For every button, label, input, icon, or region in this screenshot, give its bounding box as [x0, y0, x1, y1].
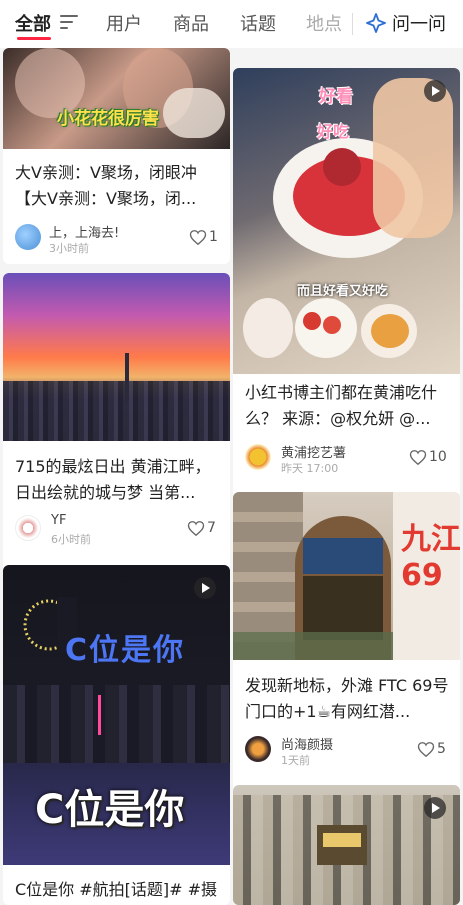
top-tab-bar: 全部 用户 商品 话题 地点 问一问 [0, 0, 463, 48]
avatar[interactable] [15, 224, 41, 250]
note-card[interactable]: 好看 好吃 而且好看又好吃 小红书博主们都在黄浦吃什么？ 来源：@权允妍 @..… [233, 68, 460, 508]
note-cover-image [3, 273, 230, 441]
note-title: 大V亲测：V聚场，闭眼冲【大V亲测：V聚场，闭... [15, 163, 197, 208]
note-cover-image: 九江 69 [233, 492, 460, 660]
heart-icon[interactable] [409, 449, 427, 466]
avatar[interactable] [15, 515, 41, 541]
note-cover-image: 好看 好吃 而且好看又好吃 [233, 68, 460, 374]
cover-overlay-text: 好吃 [317, 122, 350, 141]
cover-overlay-text: C位是你 [35, 787, 185, 833]
like-count: 10 [429, 449, 447, 465]
like-count: 5 [437, 741, 446, 757]
cover-overlay-text: 小花花很厉害 [57, 109, 159, 129]
active-tab-indicator [17, 37, 51, 40]
cover-overlay-text: 而且好看又好吃 [297, 284, 389, 299]
tab-users[interactable]: 用户 [106, 10, 142, 36]
note-title: C位是你 #航拍[话题]# #摄 [15, 880, 218, 899]
avatar[interactable] [245, 736, 271, 762]
post-time: 昨天 17:00 [281, 462, 339, 475]
author-name[interactable]: 黄浦挖艺薯 [281, 442, 346, 461]
like-count: 7 [207, 520, 216, 536]
note-title: 715的最炫日出 黄浦江畔，日出绘就的城与梦 当第... [15, 457, 211, 502]
tab-ask[interactable]: 问一问 [392, 10, 446, 36]
heart-icon[interactable] [187, 520, 205, 537]
note-card[interactable]: 小花花很厉害 大V亲测：V聚场，闭眼冲【大V亲测：V聚场，闭... 上，上海去!… [3, 48, 230, 264]
post-time: 3小时前 [49, 242, 89, 255]
play-icon [424, 80, 446, 102]
divider [352, 13, 353, 35]
tab-topics[interactable]: 话题 [240, 10, 276, 36]
filter-icon[interactable] [60, 15, 78, 31]
note-cover-image: C位是你 C位是你 [3, 565, 230, 865]
heart-icon[interactable] [189, 229, 207, 246]
note-title: 发现新地标，外滩 FTC 69号门口的+1☕有网红潜... [245, 676, 449, 721]
cover-overlay-text: 好看 [319, 87, 353, 107]
play-icon [424, 797, 446, 819]
note-card[interactable]: C位是你 C位是你 C位是你 #航拍[话题]# #摄 [3, 565, 230, 905]
drone-light-text: C位是你 [65, 633, 186, 668]
sparkle-icon[interactable] [366, 13, 386, 33]
cover-overlay-text: 九江 69 [401, 522, 460, 593]
note-card[interactable]: 九江 69 发现新地标，外滩 FTC 69号门口的+1☕有网红潜... 尚海颜摄… [233, 492, 460, 824]
author-name[interactable]: 上，上海去! [49, 222, 119, 241]
post-time: 1天前 [281, 754, 310, 767]
play-icon [194, 577, 216, 599]
note-cover-image: 小花花很厉害 [3, 48, 230, 149]
tab-places[interactable]: 地点 [306, 10, 342, 36]
note-card[interactable] [233, 785, 460, 905]
note-card[interactable]: 715的最炫日出 黄浦江畔，日出绘就的城与梦 当第... YF 6小时前 7 [3, 273, 230, 601]
author-name[interactable]: 尚海颜摄 [281, 734, 333, 753]
avatar[interactable] [245, 444, 271, 470]
like-count: 1 [209, 229, 218, 245]
note-title: 小红书博主们都在黄浦吃什么？ 来源：@权允妍 @... [245, 383, 438, 428]
tab-products[interactable]: 商品 [173, 10, 209, 36]
heart-icon[interactable] [417, 741, 435, 758]
author-name[interactable]: YF [51, 513, 66, 528]
tab-all[interactable]: 全部 [15, 10, 51, 36]
post-time: 6小时前 [51, 533, 91, 546]
